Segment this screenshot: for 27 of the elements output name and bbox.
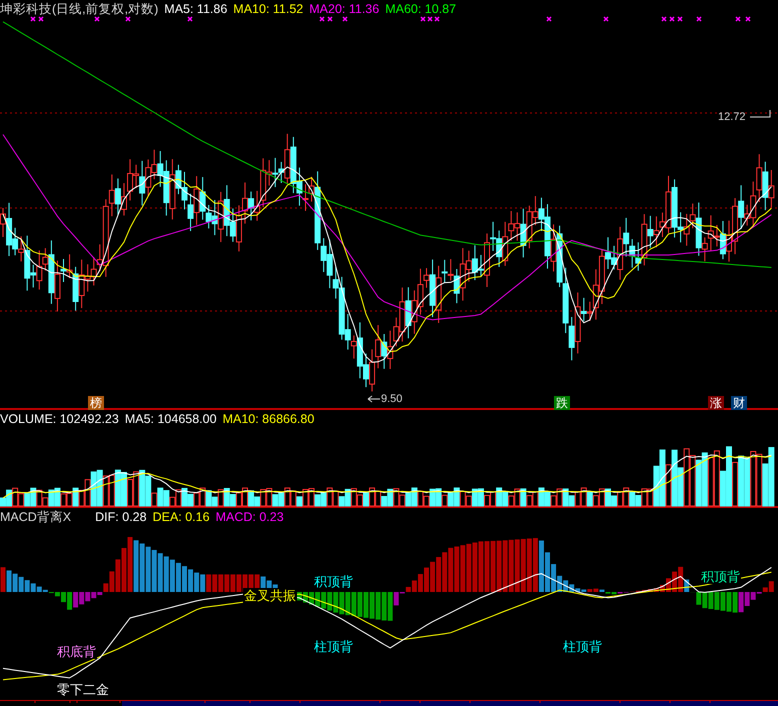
indicator-value: MA60: 10.87 [385,1,456,18]
signal-label: 积顶背 [313,574,354,589]
indicator-value: DEA: 0.16 [152,509,210,526]
low-price-label: 9.50 [381,393,402,406]
signal-label: 金叉共振 [243,588,297,603]
signal-label: 零下二金 [56,682,110,697]
stock-title: 坤彩科技(日线,前复权,对数) [0,1,158,18]
leader-line [750,110,770,118]
indicator-value: MA5: 104658.00 [124,411,217,428]
indicator-value: DIF: 0.28 [95,509,147,526]
indicator-value: MACD: 0.23 [216,509,284,526]
signal-label: 积顶背 [700,569,741,584]
indicator-value: MA5: 11.86 [164,1,228,18]
high-price-label: 12.72 [718,111,746,124]
signal-label: 柱顶背 [313,639,354,654]
signal-label: 柱顶背 [562,639,603,654]
indicator-value: MA10: 11.52 [233,1,304,18]
event-marker[interactable]: 涨 [708,396,724,410]
indicator-value: MA10: 86866.80 [222,411,314,428]
indicator-value: VOLUME: 102492.23 [0,411,119,428]
signal-label: 积底背 [56,644,97,659]
event-marker[interactable]: 财 [731,396,747,410]
event-marker[interactable]: 跌 [554,396,570,410]
event-marker[interactable]: 榜 [88,396,104,410]
leader-line [368,396,380,402]
indicator-title: MACD背离X [0,509,72,526]
indicator-value: MA20: 11.36 [309,1,380,18]
